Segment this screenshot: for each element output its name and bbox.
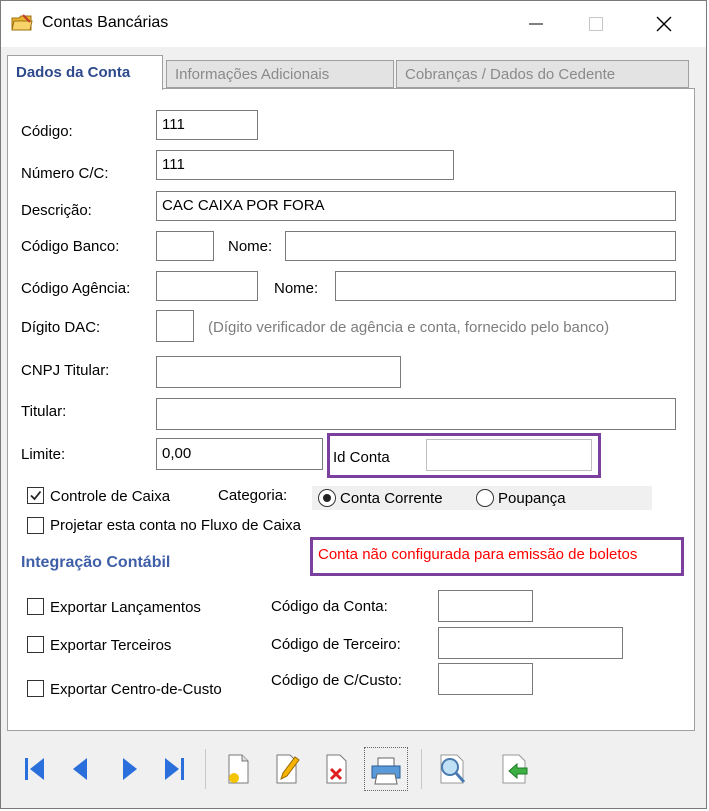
codigo-terceiro-input[interactable] (438, 627, 623, 659)
maximize-button[interactable] (573, 1, 619, 47)
exportar-terceiros-label: Exportar Terceiros (50, 637, 172, 654)
id-conta-input[interactable] (426, 439, 592, 471)
tab-dados-da-conta[interactable]: Dados da Conta (7, 55, 163, 90)
search-icon[interactable] (435, 751, 469, 787)
codigo-agencia-input[interactable] (156, 271, 258, 301)
digito-dac-hint: (Dígito verificador de agência e conta, … (208, 319, 610, 336)
nome-banco-label: Nome: (228, 238, 273, 255)
toolbar-separator (205, 749, 206, 789)
minimize-button[interactable] (513, 1, 559, 47)
codigo-ccusto-input[interactable] (438, 663, 533, 695)
codigo-input[interactable]: 111 (156, 110, 258, 140)
title-bar: Contas Bancárias (1, 1, 706, 47)
descricao-label: Descrição: (21, 202, 92, 219)
limite-input[interactable]: 0,00 (156, 438, 323, 470)
print-icon[interactable] (369, 752, 403, 788)
toolbar-separator (421, 749, 422, 789)
folder-icon (11, 14, 33, 31)
numero-cc-input[interactable]: 111 (156, 150, 454, 180)
radio-poupanca-label: Poupança (498, 490, 566, 507)
codigo-conta-input[interactable] (438, 590, 533, 622)
digito-dac-input[interactable] (156, 310, 194, 342)
maximize-icon (589, 17, 603, 31)
cnpj-titular-label: CNPJ Titular: (21, 362, 110, 379)
exportar-centro-custo-checkbox[interactable] (27, 680, 44, 697)
projetar-fluxo-checkbox[interactable] (27, 517, 44, 534)
radio-conta-corrente[interactable] (318, 489, 336, 507)
digito-dac-label: Dígito DAC: (21, 319, 101, 336)
edit-record-icon[interactable] (269, 751, 303, 787)
tab-informacoes-adicionais[interactable]: Informações Adicionais (166, 60, 394, 88)
categoria-label: Categoria: (218, 487, 288, 504)
nome-agencia-input[interactable] (335, 271, 676, 301)
codigo-banco-input[interactable] (156, 231, 214, 261)
radio-poupanca[interactable] (476, 489, 494, 507)
cnpj-titular-input[interactable] (156, 356, 401, 388)
titular-label: Titular: (21, 403, 67, 420)
descricao-input[interactable]: CAC CAIXA POR FORA (156, 191, 676, 221)
exportar-terceiros-checkbox[interactable] (27, 636, 44, 653)
close-icon (656, 16, 672, 32)
last-record-icon[interactable] (157, 751, 191, 787)
navigation-toolbar (7, 737, 695, 803)
boleto-warning: Conta não configurada para emissão de bo… (318, 546, 638, 563)
radio-conta-corrente-label: Conta Corrente (340, 490, 443, 507)
tab-cobrancas[interactable]: Cobranças / Dados do Cedente (396, 60, 689, 88)
codigo-label: Código: (21, 123, 73, 140)
first-record-icon[interactable] (18, 751, 52, 787)
dados-da-conta-panel: Código: 111 Número C/C: 111 Descrição: C… (7, 88, 695, 731)
numero-cc-label: Número C/C: (21, 165, 109, 182)
controle-caixa-label: Controle de Caixa (50, 488, 171, 505)
previous-record-icon[interactable] (63, 751, 97, 787)
projetar-fluxo-label: Projetar esta conta no Fluxo de Caixa (50, 517, 301, 534)
minimize-icon (529, 23, 543, 25)
check-icon (30, 490, 42, 501)
window: Contas Bancárias Dados da Conta Informaç… (0, 0, 707, 809)
window-title: Contas Bancárias (42, 14, 169, 31)
delete-record-icon[interactable] (319, 751, 353, 787)
limite-label: Limite: (21, 446, 66, 463)
exportar-lancamentos-label: Exportar Lançamentos (50, 599, 201, 616)
id-conta-label: Id Conta (333, 449, 390, 466)
exportar-lancamentos-checkbox[interactable] (27, 598, 44, 615)
codigo-agencia-label: Código Agência: (21, 280, 131, 297)
codigo-banco-label: Código Banco: (21, 238, 120, 255)
codigo-ccusto-label: Código de C/Custo: (271, 672, 402, 689)
nome-agencia-label: Nome: (274, 280, 319, 297)
controle-caixa-checkbox[interactable] (27, 487, 44, 504)
nome-banco-input[interactable] (285, 231, 676, 261)
exportar-centro-custo-label: Exportar Centro-de-Custo (50, 681, 222, 698)
exit-icon[interactable] (497, 751, 531, 787)
next-record-icon[interactable] (113, 751, 147, 787)
close-button[interactable] (641, 1, 687, 47)
new-record-icon[interactable] (221, 751, 255, 787)
codigo-conta-label: Código da Conta: (271, 598, 388, 615)
codigo-terceiro-label: Código de Terceiro: (271, 636, 401, 653)
integracao-contabil-title: Integração Contábil (21, 554, 171, 571)
titular-input[interactable] (156, 398, 676, 430)
